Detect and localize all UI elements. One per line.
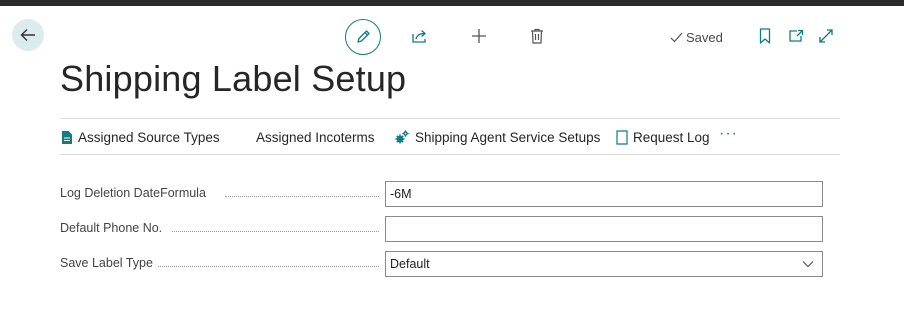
expand-button[interactable] — [815, 25, 837, 47]
bookmark-icon — [759, 28, 771, 44]
action-label: Assigned Incoterms — [256, 129, 375, 145]
field-label: Default Phone No. — [60, 221, 163, 235]
field-leader-dots — [158, 266, 379, 267]
log-deletion-dateformula-input[interactable] — [385, 181, 823, 207]
share-icon — [412, 30, 426, 43]
saved-status: Saved — [670, 29, 723, 45]
action-assigned-source-types[interactable]: Assigned Source Types — [61, 119, 220, 155]
document-icon — [62, 130, 72, 144]
save-label-type-select[interactable]: Default — [385, 251, 823, 277]
expand-icon — [819, 29, 833, 43]
checkmark-icon — [670, 32, 683, 42]
field-leader-dots — [225, 196, 379, 197]
open-new-window-button[interactable] — [785, 25, 807, 47]
chevron-down-icon — [802, 261, 814, 268]
action-request-log[interactable]: Request Log — [616, 119, 710, 155]
edit-button[interactable] — [345, 19, 381, 55]
action-label: Request Log — [633, 129, 710, 145]
field-leader-dots — [172, 231, 379, 232]
delete-button[interactable] — [525, 24, 549, 48]
field-default-phone-no: Default Phone No. — [60, 216, 823, 242]
action-assigned-incoterms[interactable]: Assigned Incoterms — [256, 119, 375, 155]
arrow-left-icon — [20, 29, 35, 41]
field-save-label-type: Save Label Type Default — [60, 251, 823, 277]
saved-status-label: Saved — [686, 29, 723, 45]
select-value: Default — [390, 257, 430, 271]
action-label: Shipping Agent Service Setups — [415, 129, 601, 145]
trash-icon — [531, 28, 543, 44]
action-bar: Assigned Source Types Assigned Incoterms… — [60, 118, 840, 155]
more-options-icon: ··· — [719, 125, 738, 142]
new-button[interactable] — [467, 24, 491, 48]
log-page-icon — [616, 129, 628, 145]
plus-icon — [472, 29, 486, 43]
window-top-bar — [0, 0, 904, 6]
pencil-icon — [357, 30, 370, 43]
field-label: Save Label Type — [60, 256, 153, 270]
page-title: Shipping Label Setup — [60, 58, 407, 99]
bookmark-button[interactable] — [755, 25, 775, 47]
action-label: Assigned Source Types — [78, 129, 220, 145]
more-options-button[interactable]: ··· — [719, 116, 738, 152]
share-button[interactable] — [408, 24, 432, 48]
field-log-deletion-dateformula: Log Deletion DateFormula — [60, 181, 823, 207]
back-button[interactable] — [12, 19, 44, 51]
gears-icon — [395, 130, 409, 144]
open-new-window-icon — [789, 29, 804, 42]
field-label: Log Deletion DateFormula — [60, 186, 206, 200]
action-shipping-agent-service-setups[interactable]: Shipping Agent Service Setups — [394, 119, 600, 155]
default-phone-no-input[interactable] — [385, 216, 823, 242]
